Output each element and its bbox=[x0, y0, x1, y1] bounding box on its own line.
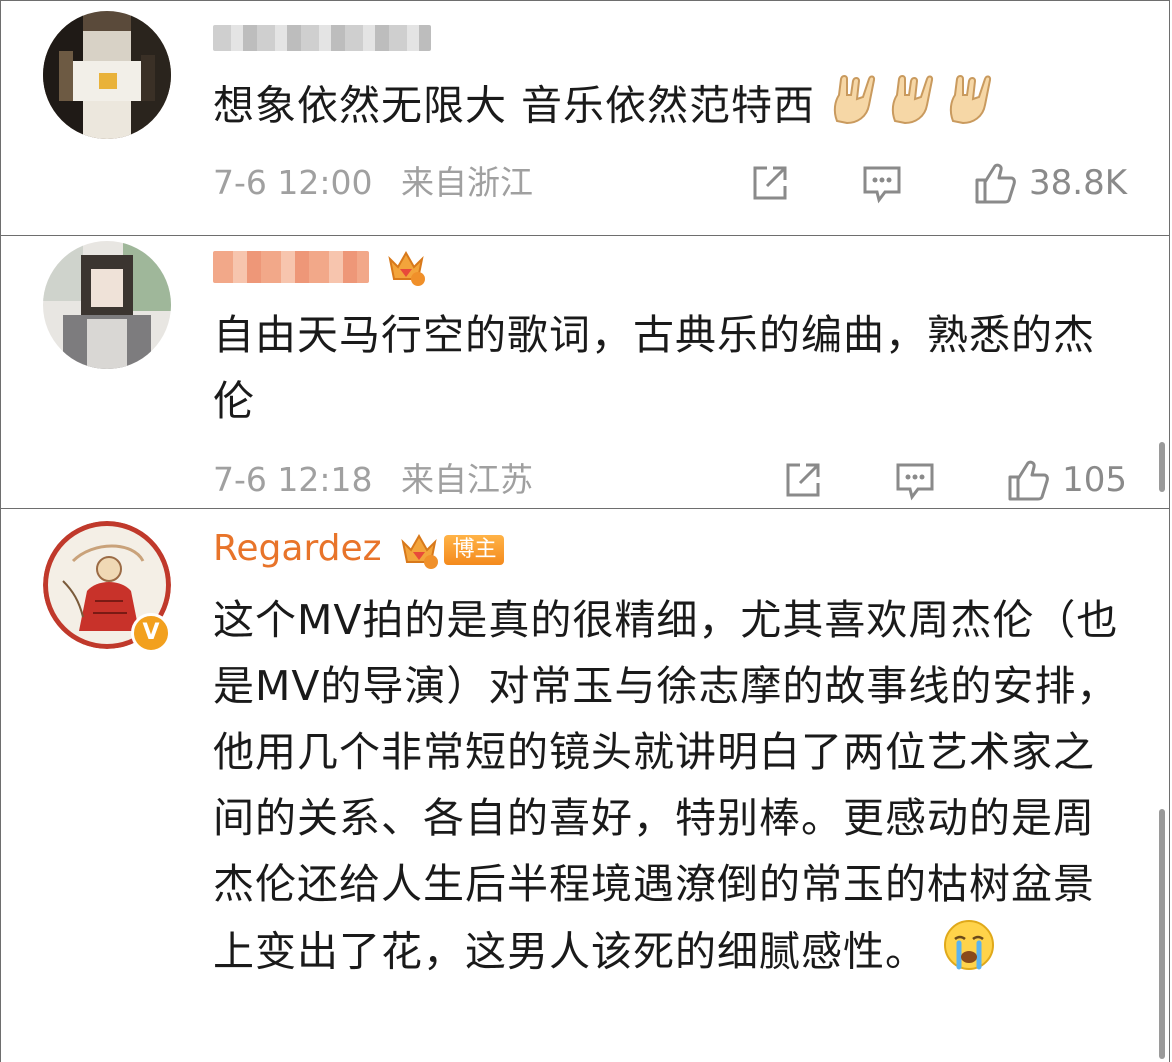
comment-text: 想象依然无限大 音乐依然范特西 bbox=[213, 71, 1139, 146]
blurred-username bbox=[213, 251, 369, 283]
comment-location: 来自浙江 bbox=[401, 163, 533, 202]
comment-time: 7-6 12:18 bbox=[213, 460, 373, 499]
share-icon[interactable] bbox=[780, 457, 826, 503]
like-count: 105 bbox=[1062, 460, 1127, 500]
blogger-badge: 博主 bbox=[444, 535, 505, 565]
comment-item: 自由天马行空的歌词，古典乐的编曲，熟悉的杰伦 7-6 12:18 来自江苏 10… bbox=[0, 235, 1170, 509]
like-icon[interactable] bbox=[1004, 457, 1050, 503]
like-count: 38.8K bbox=[1029, 163, 1127, 203]
comment-actions: 38.8K bbox=[681, 158, 1127, 208]
comment-meta: 7-6 12:18 来自江苏 bbox=[213, 460, 551, 500]
username[interactable] bbox=[213, 246, 426, 286]
crown-badge-icon bbox=[399, 530, 439, 570]
crown-badge-icon bbox=[386, 247, 426, 287]
scrollbar[interactable] bbox=[1159, 809, 1165, 1059]
comment-text: 自由天马行空的歌词，古典乐的编曲，熟悉的杰伦 bbox=[213, 311, 1095, 425]
comment-text: 这个MV拍的是真的很精细，尤其喜欢周杰伦（也是MV的导演）对常玉与徐志摩的故事线… bbox=[213, 587, 1125, 992]
username[interactable] bbox=[213, 17, 431, 57]
share-icon[interactable] bbox=[747, 160, 793, 206]
avatar[interactable]: V bbox=[43, 521, 171, 653]
comment-actions: 105 bbox=[714, 455, 1127, 505]
avatar[interactable] bbox=[43, 11, 171, 139]
blurred-username bbox=[213, 25, 431, 51]
verified-badge-icon: V bbox=[131, 613, 171, 653]
comment-time: 7-6 12:00 bbox=[213, 163, 373, 202]
scrollbar[interactable] bbox=[1159, 442, 1165, 492]
comment-icon[interactable] bbox=[859, 160, 905, 206]
comment-icon[interactable] bbox=[892, 457, 938, 503]
rock-hand-emoji bbox=[829, 71, 1005, 146]
crying-face-emoji bbox=[941, 917, 997, 992]
comment-item: V Regardez 博主 这个MV拍的是真的很精细，尤其喜欢周杰伦（也是MV的… bbox=[0, 508, 1170, 1062]
like-icon[interactable] bbox=[971, 160, 1017, 206]
avatar[interactable] bbox=[43, 241, 171, 369]
comment-meta: 7-6 12:00 来自浙江 bbox=[213, 163, 551, 203]
username[interactable]: Regardez 博主 bbox=[213, 529, 505, 570]
comment-location: 来自江苏 bbox=[401, 460, 533, 499]
comment-item: 想象依然无限大 音乐依然范特西 7-6 12:00 来自浙江 38.8K bbox=[0, 0, 1170, 236]
